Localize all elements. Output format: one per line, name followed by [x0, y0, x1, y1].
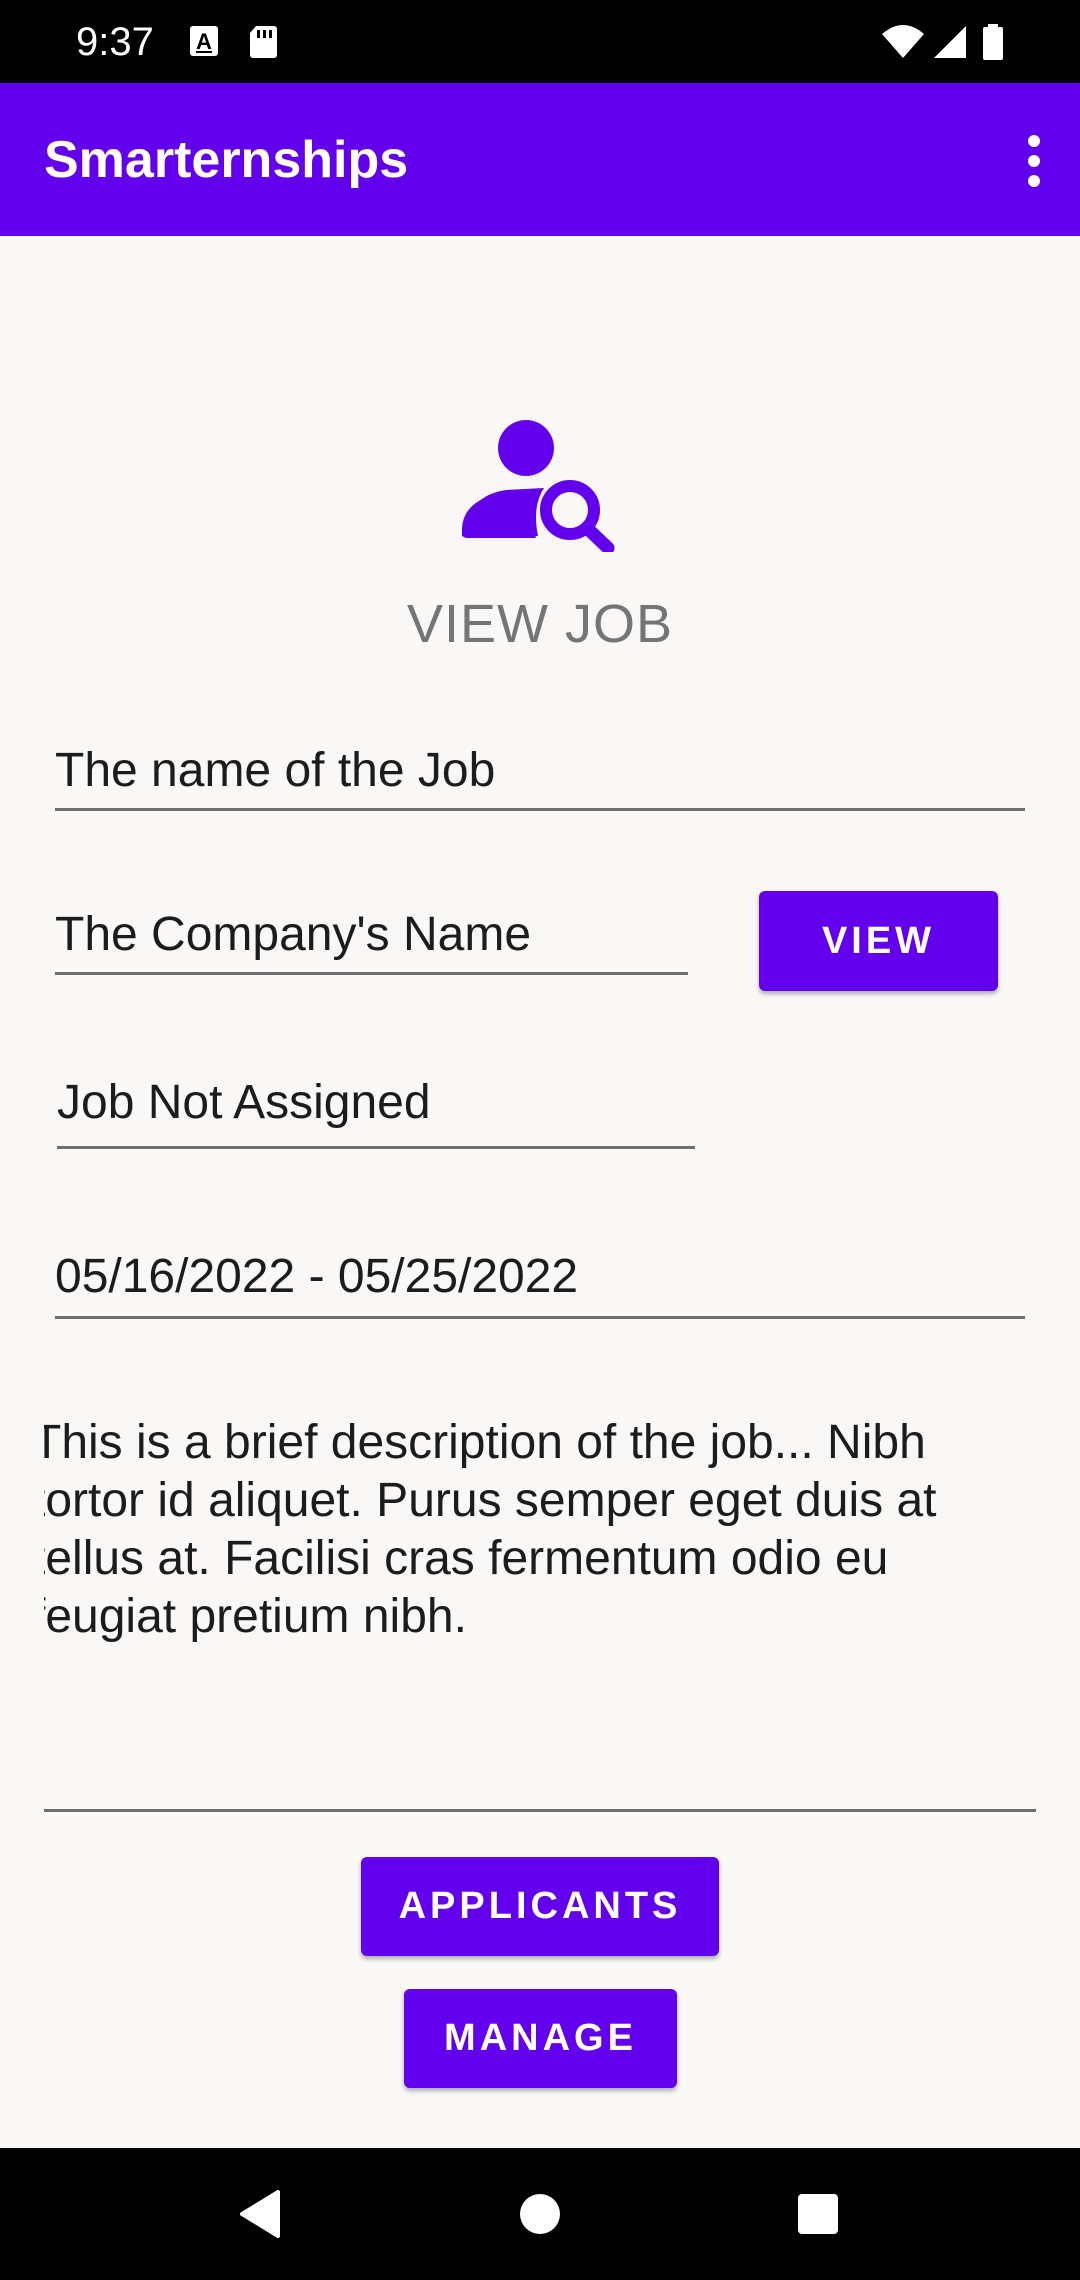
- battery-icon: [980, 22, 1006, 62]
- sd-card-icon: [244, 22, 284, 62]
- navigation-bar: [0, 2148, 1080, 2280]
- svg-text:A: A: [196, 29, 212, 54]
- manage-button[interactable]: MANAGE: [404, 1989, 677, 2088]
- app-bar: Smarternships: [0, 83, 1080, 236]
- description-field[interactable]: This is a brief description of the job..…: [44, 1410, 1036, 1812]
- status-bar: 9:37 A: [0, 0, 1080, 83]
- description-text: This is a brief description of the job..…: [44, 1416, 937, 1643]
- applicants-button[interactable]: APPLICANTS: [361, 1857, 719, 1956]
- more-vert-icon[interactable]: [1002, 121, 1066, 201]
- home-icon[interactable]: [510, 2184, 570, 2244]
- page-title: VIEW JOB: [406, 594, 674, 654]
- signal-icon: [930, 22, 970, 62]
- recents-icon[interactable]: [788, 2184, 848, 2244]
- status-time: 9:37: [76, 20, 154, 64]
- date-range-field[interactable]: 05/16/2022 - 05/25/2022: [55, 1248, 1025, 1319]
- assignment-status-field[interactable]: Job Not Assigned: [57, 1074, 695, 1149]
- company-name-field[interactable]: The Company's Name: [55, 906, 688, 975]
- screen: 9:37 A Smarternships VIEW JOB The name o…: [0, 0, 1080, 2280]
- view-company-button[interactable]: VIEW: [759, 891, 998, 991]
- back-icon[interactable]: [232, 2184, 292, 2244]
- person-search-icon: [462, 416, 618, 555]
- a-notification-icon: A: [186, 22, 226, 62]
- wifi-icon: [880, 22, 926, 62]
- app-title: Smarternships: [44, 131, 409, 189]
- job-name-field[interactable]: The name of the Job: [55, 742, 1025, 811]
